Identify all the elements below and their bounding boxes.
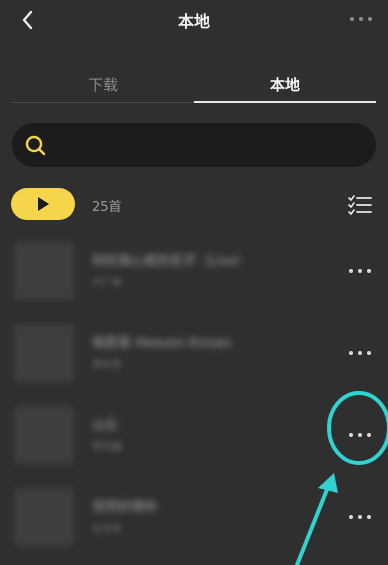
song-artist: 李玖哲	[92, 360, 122, 371]
more-dots-icon	[349, 269, 371, 273]
more-dots-icon	[349, 351, 371, 355]
song-title: 突然好想你	[92, 500, 158, 515]
song-title: 我愿意 Heaven Knows	[92, 336, 232, 351]
play-all-button[interactable]	[11, 188, 75, 220]
song-artist: 李宗盛	[92, 442, 122, 453]
page-title: 本地	[177, 12, 210, 31]
album-cover	[14, 488, 74, 546]
album-cover	[14, 406, 74, 464]
song-artist: 五月天	[92, 524, 122, 535]
header-more-button[interactable]	[346, 10, 376, 28]
list-item[interactable]: 山丘 李宗盛	[0, 406, 388, 486]
more-dots-icon	[349, 433, 371, 437]
song-count: 25首	[92, 200, 122, 215]
song-more-button[interactable]	[345, 344, 375, 356]
song-title: 刻在我心底的名字（Live）	[92, 254, 249, 269]
tab-download[interactable]: 下载	[12, 74, 194, 95]
search-icon	[25, 135, 46, 156]
top-bar: 本地	[0, 0, 388, 40]
song-more-button[interactable]	[345, 426, 375, 438]
album-cover	[14, 324, 74, 382]
more-dots-icon	[350, 17, 372, 21]
list-item[interactable]: 突然好想你 五月天	[0, 488, 388, 565]
search-input[interactable]	[12, 123, 376, 167]
song-more-button[interactable]	[345, 508, 375, 520]
tab-active-indicator	[194, 101, 376, 103]
list-check-icon[interactable]	[348, 194, 372, 216]
list-item[interactable]: 我愿意 Heaven Knows 李玖哲	[0, 324, 388, 404]
list-item[interactable]: 刻在我心底的名字（Live） 卢广仲	[0, 242, 388, 322]
song-artist: 卢广仲	[92, 278, 122, 289]
song-title: 山丘	[92, 418, 119, 433]
play-icon	[38, 197, 49, 211]
song-more-button[interactable]	[345, 262, 375, 274]
tab-local[interactable]: 本地	[194, 74, 376, 95]
album-cover	[14, 242, 74, 300]
tab-divider	[12, 102, 194, 103]
tab-bar: 下载 本地	[0, 60, 388, 106]
more-dots-icon	[349, 515, 371, 519]
